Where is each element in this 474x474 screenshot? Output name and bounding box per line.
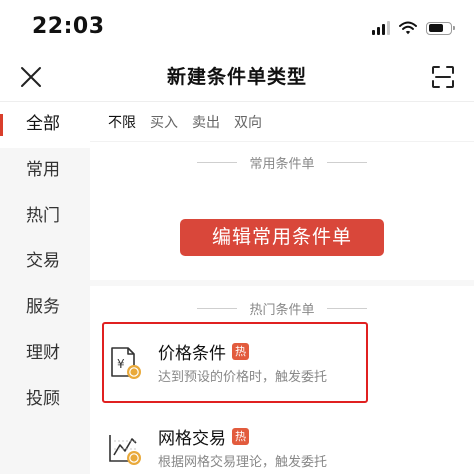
condition-title-row: 网格交易 热 — [158, 424, 249, 449]
sidebar: 全部 常用 热门 交易 服务 理财 投顾 — [0, 102, 90, 474]
scan-button[interactable] — [426, 60, 460, 94]
condition-desc: 根据网格交易理论，触发委托 — [158, 455, 328, 470]
status-time: 22:03 — [32, 14, 105, 39]
sidebar-item-common[interactable]: 常用 — [0, 148, 90, 194]
section-header-hot: 热门条件单 — [90, 298, 474, 318]
screen: 22:03 新建条件单类型 全部 常用 热门 交易 服务 理财 投顾 不限 买入… — [0, 0, 474, 474]
filter-tab-both[interactable]: 双向 — [234, 112, 262, 132]
svg-text:¥: ¥ — [117, 357, 125, 371]
filter-tab-buy[interactable]: 买入 — [150, 112, 178, 132]
section-gap — [90, 280, 474, 286]
sidebar-item-trade[interactable]: 交易 — [0, 239, 90, 285]
status-bar: 22:03 — [0, 0, 474, 52]
scan-icon — [432, 66, 454, 88]
condition-desc: 达到预设的价格时，触发委托 — [158, 370, 328, 385]
sidebar-item-service[interactable]: 服务 — [0, 285, 90, 331]
divider-line — [197, 161, 238, 163]
filter-tabs: 不限 买入 卖出 双向 — [90, 102, 474, 142]
main-content: 不限 买入 卖出 双向 常用条件单 编辑常用条件单 热门条件单 ¥ 价格条件 热… — [90, 102, 474, 474]
section-label-common: 常用条件单 — [249, 156, 315, 172]
grid-trade-icon — [106, 429, 144, 467]
section-header-common: 常用条件单 — [90, 152, 474, 172]
condition-item-price[interactable]: ¥ 价格条件 热 达到预设的价格时，触发委托 — [90, 323, 474, 403]
cellular-signal-icon — [372, 21, 390, 35]
section-label-hot: 热门条件单 — [249, 302, 315, 318]
sidebar-item-wealth[interactable]: 理财 — [0, 331, 90, 377]
price-condition-icon: ¥ — [106, 344, 144, 382]
condition-title-row: 价格条件 热 — [158, 339, 249, 364]
condition-item-grid[interactable]: 网格交易 热 根据网格交易理论，触发委托 — [90, 408, 474, 474]
edit-common-button[interactable]: 编辑常用条件单 — [180, 219, 384, 256]
wifi-icon — [399, 21, 417, 35]
hot-badge: 热 — [232, 428, 249, 445]
filter-tab-any[interactable]: 不限 — [108, 112, 136, 132]
divider-line — [326, 161, 367, 163]
battery-icon — [426, 21, 455, 35]
sidebar-item-advisor[interactable]: 投顾 — [0, 377, 90, 423]
divider-line — [326, 307, 367, 309]
status-icons — [372, 20, 455, 36]
sidebar-item-hot[interactable]: 热门 — [0, 194, 90, 240]
sidebar-item-all[interactable]: 全部 — [0, 102, 90, 148]
hot-badge: 热 — [232, 343, 249, 360]
filter-tab-sell[interactable]: 卖出 — [192, 112, 220, 132]
nav-bar: 新建条件单类型 — [0, 52, 474, 102]
condition-title: 网格交易 — [158, 429, 226, 449]
condition-title: 价格条件 — [158, 344, 226, 364]
divider-line — [197, 307, 238, 309]
page-title: 新建条件单类型 — [166, 66, 307, 88]
